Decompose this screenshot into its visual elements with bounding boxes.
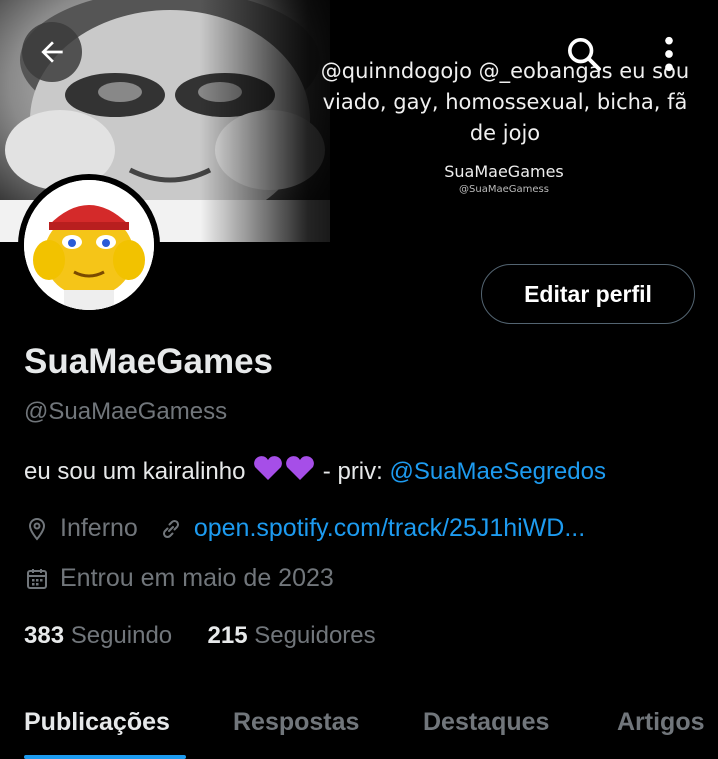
following-label: Seguindo: [70, 622, 173, 649]
purple-hearts-emoji: [254, 456, 315, 480]
followers-label: Seguidores: [254, 622, 376, 649]
banner-watermark-name: SuaMaeGames: [444, 162, 564, 181]
banner-watermark-handle: @SuaMaeGamess: [459, 184, 549, 195]
search-button[interactable]: [556, 26, 612, 82]
location-pin-icon: [24, 516, 50, 542]
bio: eu sou um kairalinho - priv: @SuaMaeSegr…: [24, 454, 606, 486]
more-options-button[interactable]: [644, 26, 694, 82]
banner-caption: @quinndogojo @_eobangas eu sou viado, ga…: [320, 59, 690, 145]
username-handle: @SuaMaeGamess: [24, 398, 228, 425]
tab-destaques[interactable]: Destaques: [423, 708, 549, 737]
avatar[interactable]: [18, 174, 160, 316]
followers-link[interactable]: 215 Seguidores: [208, 622, 376, 649]
arrow-left-icon: [41, 41, 63, 63]
bio-mention-link[interactable]: @SuaMaeSegredos: [389, 458, 606, 485]
followers-count: 215: [207, 622, 248, 649]
profile-website-link[interactable]: open.spotify.com/track/25J1hiWD...: [194, 514, 585, 543]
profile-meta-row: Inferno open.spotify.com/track/25J1hiWD.…: [24, 514, 585, 543]
tab-respostas[interactable]: Respostas: [233, 708, 359, 737]
joined-row: Entrou em maio de 2023: [24, 564, 334, 593]
bio-suffix: - priv:: [316, 458, 390, 485]
profile-tabs: Publicações Respostas Destaques Artigos: [0, 690, 718, 759]
link-icon: [158, 516, 184, 542]
calendar-icon: [24, 566, 50, 592]
tab-artigos[interactable]: Artigos: [617, 708, 705, 737]
search-icon: [568, 38, 601, 71]
edit-profile-button[interactable]: Editar perfil: [481, 264, 695, 324]
avatar-image: [24, 180, 154, 310]
following-count: 383: [24, 622, 65, 649]
location-text: Inferno: [60, 514, 138, 542]
display-name: SuaMaeGames: [24, 342, 274, 381]
follow-counts: 383 Seguindo 215 Seguidores: [24, 622, 376, 650]
active-tab-indicator: [24, 755, 186, 759]
tab-publicacoes[interactable]: Publicações: [24, 708, 170, 737]
back-button[interactable]: [22, 22, 82, 82]
joined-text: Entrou em maio de 2023: [60, 564, 334, 592]
bio-text: eu sou um kairalinho: [24, 458, 253, 485]
following-link[interactable]: 383 Seguindo: [24, 622, 179, 649]
more-vertical-icon: [665, 36, 673, 72]
